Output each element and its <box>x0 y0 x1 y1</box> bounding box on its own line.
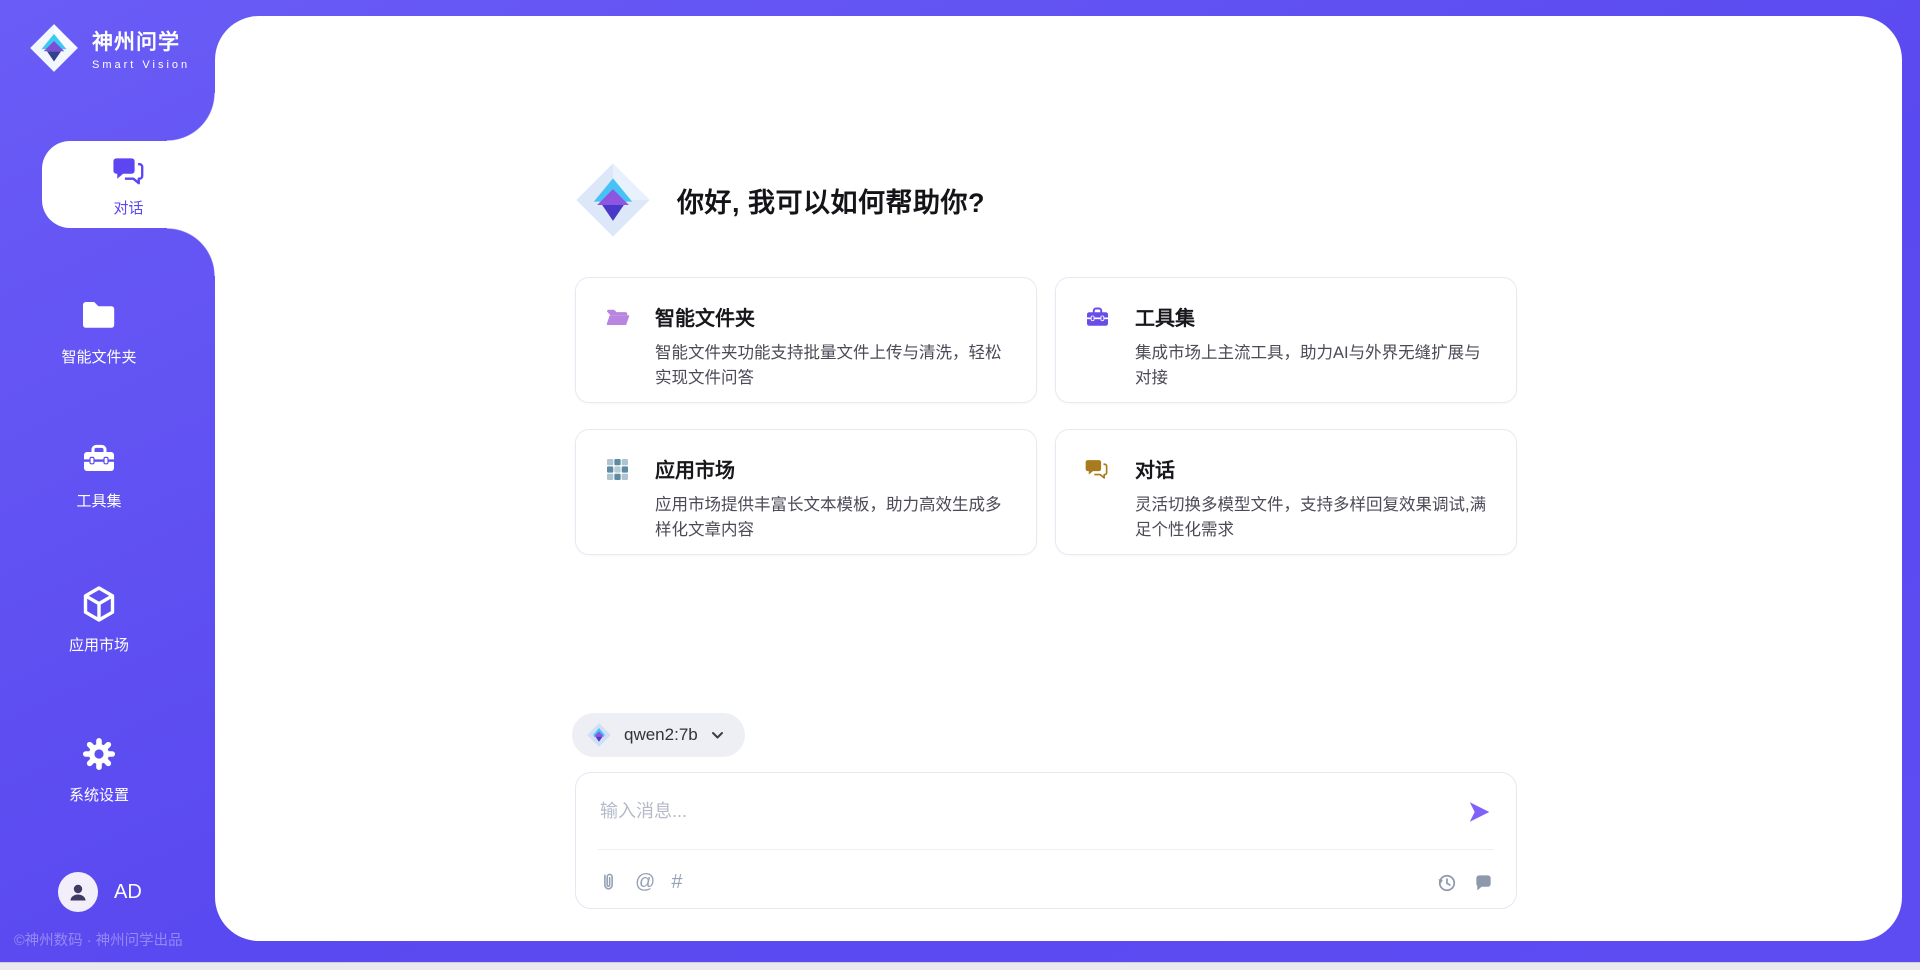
card-app-market[interactable]: 应用市场 应用市场提供丰富长文本模板，助力高效生成多样化文章内容 <box>575 429 1037 555</box>
sidebar-item-label: 应用市场 <box>69 634 129 655</box>
chevron-down-icon <box>710 728 725 743</box>
chat-icon <box>110 152 148 190</box>
greeting-title: 你好, 我可以如何帮助你? <box>677 181 985 220</box>
history-button[interactable] <box>1436 872 1457 893</box>
sidebar-item-label: 对话 <box>113 197 143 218</box>
attach-file-button[interactable] <box>598 872 619 893</box>
paperclip-icon <box>598 872 619 893</box>
card-description: 灵活切换多模型文件，支持多样回复效果调试,满足个性化需求 <box>1135 493 1488 543</box>
card-description: 智能文件夹功能支持批量文件上传与清洗，轻松实现文件问答 <box>655 341 1008 391</box>
folder-open-icon <box>604 304 631 331</box>
sidebar-item-app-market[interactable]: 应用市场 <box>24 583 174 655</box>
nav-active-fillet-top <box>167 93 215 141</box>
window-bottom-edge <box>0 962 1920 970</box>
sidebar-item-label: 工具集 <box>76 490 121 511</box>
history-icon <box>1436 872 1457 893</box>
avatar <box>58 872 98 912</box>
mention-button[interactable]: @ <box>635 872 655 892</box>
nav-active-fillet-bottom <box>167 228 215 276</box>
composer-toolbar: @ # <box>598 866 1494 898</box>
composer-divider <box>598 849 1494 850</box>
grid-icon <box>604 456 631 483</box>
diamond-logo-icon <box>28 22 80 74</box>
toolbox-icon <box>1084 304 1111 331</box>
conversation-button[interactable] <box>1473 872 1494 893</box>
sidebar-item-label: 系统设置 <box>69 784 129 805</box>
diamond-logo-icon <box>586 722 612 748</box>
card-toolset[interactable]: 工具集 集成市场上主流工具，助力AI与外界无缝扩展与对接 <box>1055 277 1517 403</box>
brand-logo: 神州问学 Smart Vision <box>28 22 190 74</box>
sidebar-item-smart-folder[interactable]: 智能文件夹 <box>24 295 174 367</box>
model-selector[interactable]: qwen2:7b <box>572 713 745 757</box>
card-description: 应用市场提供丰富长文本模板，助力高效生成多样化文章内容 <box>655 493 1008 543</box>
sidebar-footer-text: ©神州数码 · 神州问学出品 <box>14 929 214 950</box>
diamond-logo-icon <box>573 160 653 240</box>
person-icon <box>66 880 90 904</box>
feature-cards: 智能文件夹 智能文件夹功能支持批量文件上传与清洗，轻松实现文件问答 工具集 集成… <box>575 277 1517 555</box>
card-chat[interactable]: 对话 灵活切换多模型文件，支持多样回复效果调试,满足个性化需求 <box>1055 429 1517 555</box>
user-name: AD <box>114 881 142 904</box>
card-title: 智能文件夹 <box>655 302 1008 331</box>
cube-icon <box>78 583 120 625</box>
card-description: 集成市场上主流工具，助力AI与外界无缝扩展与对接 <box>1135 341 1488 391</box>
main-panel: 你好, 我可以如何帮助你? 智能文件夹 智能文件夹功能支持批量文件上传与清洗，轻… <box>215 16 1902 941</box>
sidebar-item-settings[interactable]: 系统设置 <box>24 733 174 805</box>
card-title: 对话 <box>1135 454 1488 483</box>
card-smart-folder[interactable]: 智能文件夹 智能文件夹功能支持批量文件上传与清洗，轻松实现文件问答 <box>575 277 1037 403</box>
sidebar-item-chat[interactable]: 对话 <box>42 141 215 228</box>
gear-icon <box>78 733 120 775</box>
sidebar-item-label: 智能文件夹 <box>61 346 136 367</box>
sidebar-item-toolset[interactable]: 工具集 <box>24 439 174 511</box>
card-title: 工具集 <box>1135 302 1488 331</box>
brand-name: 神州问学 <box>92 26 190 56</box>
send-icon[interactable] <box>1466 799 1492 825</box>
chat-bubble-icon <box>1473 872 1494 893</box>
greeting: 你好, 我可以如何帮助你? <box>573 160 985 240</box>
toolbox-icon <box>78 439 120 481</box>
chat-icon <box>1084 456 1111 483</box>
brand-subtitle: Smart Vision <box>92 59 190 71</box>
message-input[interactable] <box>600 791 1460 831</box>
message-composer: @ # <box>575 772 1517 909</box>
folder-icon <box>78 295 120 337</box>
card-title: 应用市场 <box>655 454 1008 483</box>
model-name: qwen2:7b <box>624 725 698 745</box>
user-menu[interactable]: AD <box>58 872 142 912</box>
app-root: 神州问学 Smart Vision 对话 智能文件夹 工具集 <box>0 0 1920 970</box>
hashtag-button[interactable]: # <box>671 872 682 892</box>
